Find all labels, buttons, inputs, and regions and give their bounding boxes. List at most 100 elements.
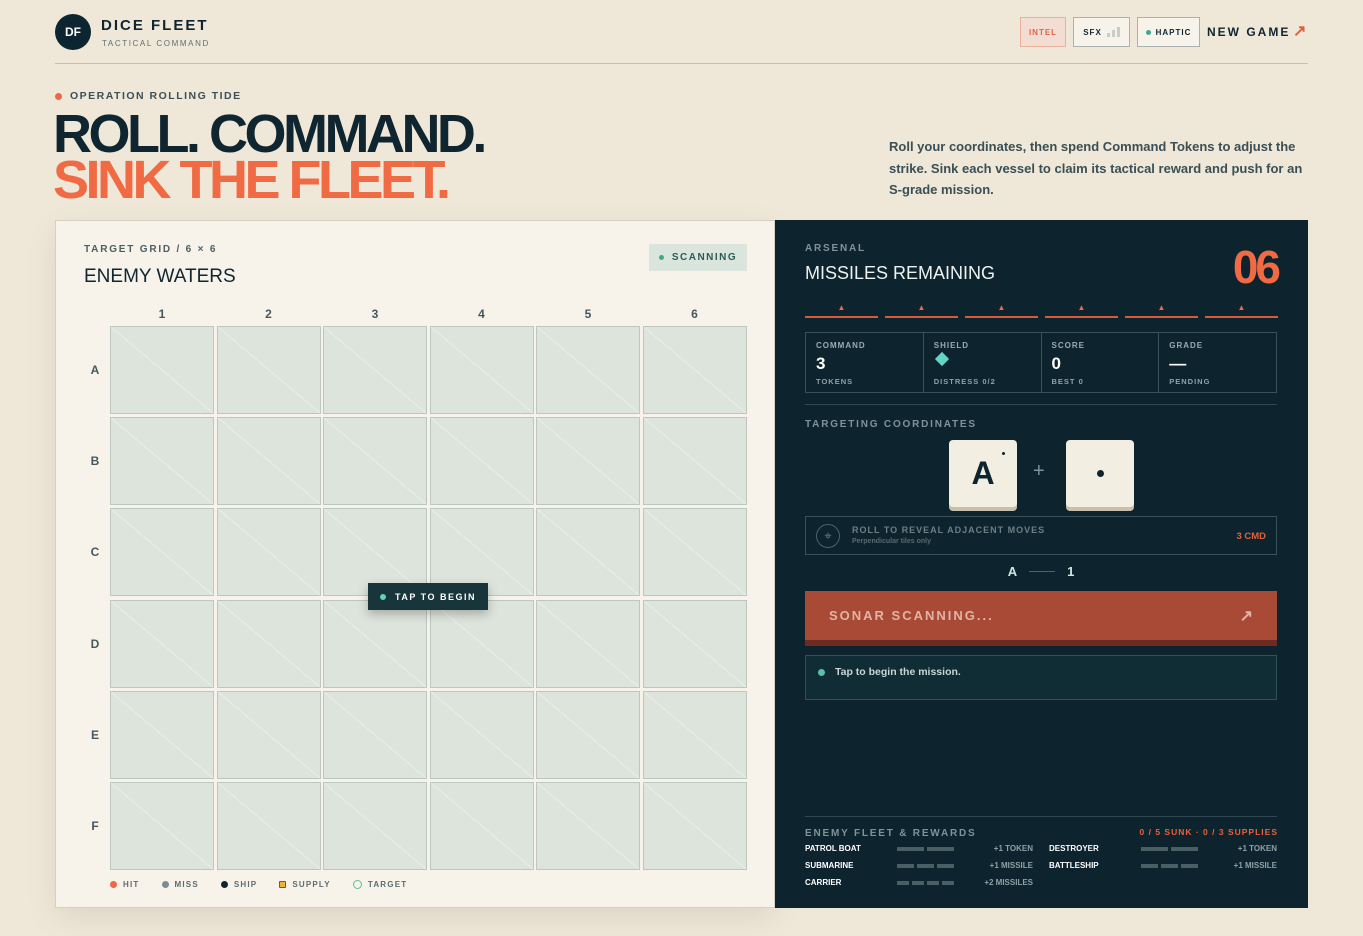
grid-cell[interactable] — [642, 508, 747, 597]
sfx-button[interactable]: SFX — [1073, 17, 1130, 47]
logo-badge: DF — [55, 14, 91, 50]
grid-cell[interactable] — [536, 782, 640, 870]
legend-item: MISS — [161, 880, 199, 889]
grid-legend: HIT MISS SHIP SUPPLY TARGET — [110, 880, 407, 889]
grid-cell[interactable] — [536, 690, 640, 779]
intel-button[interactable]: INTEL — [1020, 17, 1066, 47]
missile-indicator-icon: ▲ — [885, 303, 958, 318]
stat-value: 3 — [816, 354, 826, 373]
grid-cell[interactable] — [216, 782, 321, 870]
grid-cell[interactable] — [110, 599, 214, 688]
stat-sub: PENDING — [1169, 377, 1211, 386]
grid-cell[interactable] — [323, 690, 427, 779]
stat-score: SCORE 0 BEST 0 — [1042, 333, 1160, 392]
haptic-button[interactable]: HAPTIC — [1137, 17, 1200, 47]
grid-cell[interactable] — [429, 326, 534, 414]
legend-marker-icon — [161, 881, 169, 888]
arrow-up-right-icon: ↗ — [1239, 608, 1255, 625]
missile-indicator-icon: ▲ — [1205, 303, 1278, 318]
grid-cell[interactable] — [110, 326, 214, 414]
grid-cell[interactable] — [110, 782, 214, 870]
ship-segment — [897, 881, 909, 885]
fleet-label: ENEMY FLEET & REWARDS — [805, 828, 977, 839]
grid-cell[interactable] — [216, 690, 321, 779]
grid-cell[interactable] — [429, 782, 534, 870]
grid-cell[interactable] — [429, 599, 534, 688]
grid-cell[interactable] — [110, 417, 214, 506]
adjacent-moves-button[interactable]: ⌖ ROLL TO REVEAL ADJACENT MOVES Perpendi… — [805, 516, 1277, 555]
ship-reward: +1 MISSILE — [1233, 861, 1277, 870]
plus-icon: + — [1033, 460, 1045, 482]
grid-cell[interactable] — [110, 508, 214, 597]
tap-to-begin-button[interactable]: TAP TO BEGIN — [368, 583, 488, 610]
arsenal-panel: ARSENAL MISSILES REMAINING 06 ▲ ▲ ▲ ▲ ▲ ▲ COM… — [775, 220, 1308, 908]
ship-segment — [1161, 864, 1178, 868]
stat-label: SCORE — [1051, 341, 1085, 350]
ship-health-segments — [897, 881, 954, 885]
grid-cell[interactable] — [216, 326, 321, 414]
missile-indicator-icon: ▲ — [1125, 303, 1198, 318]
legend-label: SUPPLY — [292, 880, 331, 889]
tap-dot-icon — [379, 593, 386, 600]
grid-cell[interactable] — [642, 417, 747, 506]
grid-cell[interactable] — [323, 417, 427, 506]
column-header: 4 — [478, 307, 485, 321]
ship-reward: +1 TOKEN — [993, 844, 1033, 853]
missile-indicator-icon: ▲ — [805, 303, 878, 318]
column-header: 5 — [584, 307, 592, 321]
column-die[interactable] — [1066, 440, 1134, 507]
ship-name: DESTROYER — [1049, 844, 1099, 853]
legend-item: SHIP — [220, 880, 258, 889]
ship-segment — [927, 881, 939, 885]
stat-sub: DISTRESS 0/2 — [933, 377, 996, 386]
ship-health-segments — [897, 847, 954, 851]
legend-marker-icon — [220, 881, 228, 888]
grid-title: ENEMY WATERS — [84, 266, 236, 287]
grid-cell[interactable] — [642, 599, 747, 688]
column-header: 3 — [371, 307, 379, 321]
legend-item: TARGET — [352, 880, 408, 889]
adjacent-sub: Perpendicular tiles only — [852, 538, 931, 545]
scanning-label: SCANNING — [671, 252, 738, 263]
ship-segment — [917, 864, 934, 868]
ship-segment — [897, 847, 924, 851]
arrow-up-right-icon[interactable]: ↗ — [1293, 21, 1306, 41]
grid-cell[interactable] — [536, 326, 640, 414]
brand-subtitle: TACTICAL COMMAND — [102, 39, 210, 48]
grid-cell[interactable] — [536, 417, 640, 506]
ship-segment — [912, 881, 924, 885]
grid-cell[interactable] — [323, 599, 427, 688]
row-die[interactable]: A — [949, 440, 1017, 507]
ship-name: CARRIER — [805, 878, 842, 887]
ship-health-segments — [1141, 847, 1198, 851]
grid-cell[interactable] — [642, 782, 747, 870]
grid-cell[interactable] — [323, 326, 427, 414]
new-game-button[interactable]: NEW GAME — [1207, 25, 1290, 39]
missile-indicator-icon: ▲ — [965, 303, 1038, 318]
row-header: C — [90, 545, 100, 560]
fire-button[interactable]: SONAR SCANNING... ↗ — [805, 591, 1277, 646]
haptic-label: HAPTIC — [1155, 27, 1192, 37]
grid-cell[interactable] — [642, 690, 747, 779]
fleet-ship-row: PATROL BOAT +1 TOKEN — [805, 844, 1033, 858]
grid-cell[interactable] — [536, 508, 640, 597]
grid-cell[interactable] — [216, 599, 321, 688]
stat-label: COMMAND — [816, 341, 866, 350]
row-header: A — [90, 363, 100, 377]
grid-cell[interactable] — [536, 599, 640, 688]
grid-cell[interactable] — [110, 690, 214, 779]
operation-dot-icon — [55, 92, 62, 100]
grid-cell[interactable] — [216, 417, 321, 506]
grid-cell[interactable] — [429, 690, 534, 779]
ship-reward: +1 MISSILE — [989, 861, 1033, 870]
grid-cell[interactable] — [323, 782, 427, 870]
target-grid-panel: TARGET GRID / 6 × 6 ENEMY WATERS SCANNIN… — [55, 220, 775, 908]
operation-tag: OPERATION ROLLING TIDE — [55, 90, 242, 102]
ship-reward: +2 MISSILES — [984, 878, 1033, 887]
grid-cell[interactable] — [642, 326, 747, 414]
grid-cell[interactable] — [429, 417, 534, 506]
grid-cell[interactable] — [216, 508, 321, 597]
fleet-count: 0 / 5 SUNK · 0 / 3 SUPPLIES — [1139, 827, 1278, 837]
diamond-icon — [934, 351, 949, 367]
legend-label: SHIP — [233, 880, 258, 889]
